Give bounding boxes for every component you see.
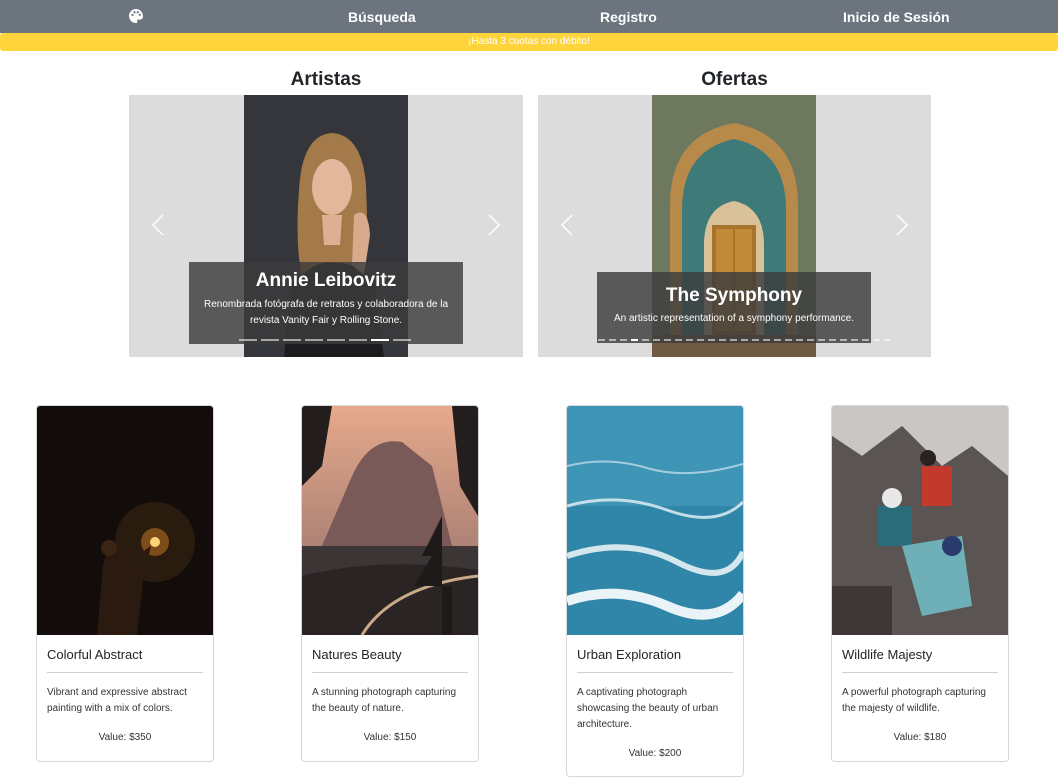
carousel-indicator[interactable] [697, 339, 704, 341]
card-image-climbers [832, 406, 1008, 635]
carousel-indicator[interactable] [686, 339, 693, 341]
carousel-indicator[interactable] [327, 339, 345, 341]
carousel-indicator[interactable] [708, 339, 715, 341]
carousel-indicator[interactable] [719, 339, 726, 341]
carousel-indicator[interactable] [840, 339, 847, 341]
carousel-indicator[interactable] [873, 339, 880, 341]
carousel-indicator[interactable] [642, 339, 649, 341]
card-title: Natures Beauty [312, 647, 402, 662]
card-value: Value: $180 [893, 732, 947, 743]
carousel-indicator[interactable] [884, 339, 891, 341]
carousel-indicator[interactable] [598, 339, 605, 341]
artist-caption-text: Renombrada fotógrafa de retratos y colab… [203, 299, 449, 326]
carousel-indicator[interactable] [261, 339, 279, 341]
artists-next-arrow-icon[interactable] [487, 214, 501, 236]
artists-indicators [239, 339, 411, 341]
offer-caption-title: The Symphony [665, 285, 803, 306]
offers-prev-arrow-icon[interactable] [560, 214, 574, 236]
carousel-indicator[interactable] [620, 339, 627, 341]
carousel-indicator[interactable] [393, 339, 411, 341]
card-value: Value: $150 [363, 732, 417, 743]
carousel-indicator[interactable] [349, 339, 367, 341]
carousel-indicator[interactable] [818, 339, 825, 341]
top-navbar: Búsqueda Registro Inicio de Sesión [0, 0, 1058, 33]
card-title: Wildlife Majesty [842, 647, 933, 662]
card-description: Vibrant and expressive abstract painting… [47, 687, 187, 714]
carousel-indicator[interactable] [774, 339, 781, 341]
carousel-indicator[interactable] [283, 339, 301, 341]
carousel-indicator[interactable] [730, 339, 737, 341]
artwork-card[interactable]: Colorful Abstract Vibrant and expressive… [36, 405, 214, 762]
offers-next-arrow-icon[interactable] [895, 214, 909, 236]
carousel-indicator[interactable] [371, 339, 389, 341]
promo-banner: ¡Hasta 3 cuotas con débito! [0, 33, 1058, 51]
card-image-ocean-waves [567, 406, 743, 635]
offer-caption-text: An artistic representation of a symphony… [613, 313, 855, 324]
card-title: Urban Exploration [577, 647, 682, 662]
artist-caption-title: Annie Leibovitz [255, 270, 397, 291]
offers-caption: The Symphony An artistic representation … [597, 272, 871, 343]
card-description: A stunning photograph capturing the beau… [312, 687, 456, 714]
card-divider [47, 672, 203, 673]
palette-icon[interactable] [128, 8, 144, 24]
artists-section-title: Artistas [290, 69, 362, 90]
carousel-indicator[interactable] [609, 339, 616, 341]
offers-indicators [598, 339, 891, 341]
carousel-indicator[interactable] [851, 339, 858, 341]
artwork-card[interactable]: Natures Beauty A stunning photograph cap… [301, 405, 479, 762]
card-description: A powerful photograph capturing the maje… [842, 687, 986, 714]
artwork-card[interactable]: Urban Exploration A captivating photogra… [566, 405, 744, 777]
offers-carousel: The Symphony An artistic representation … [538, 95, 931, 357]
card-value: Value: $350 [98, 732, 152, 743]
nav-link-busqueda[interactable]: Búsqueda [348, 9, 416, 25]
card-title: Colorful Abstract [47, 647, 143, 662]
artists-caption: Annie Leibovitz Renombrada fotógrafa de … [189, 262, 463, 344]
carousel-indicator[interactable] [741, 339, 748, 341]
carousel-indicator[interactable] [239, 339, 257, 341]
card-divider [312, 672, 468, 673]
carousel-indicator[interactable] [807, 339, 814, 341]
nav-link-login[interactable]: Inicio de Sesión [843, 9, 950, 25]
carousel-indicator[interactable] [785, 339, 792, 341]
carousel-indicator[interactable] [752, 339, 759, 341]
carousel-indicator[interactable] [675, 339, 682, 341]
card-image-lantern-cave [37, 406, 213, 635]
card-value: Value: $200 [628, 748, 682, 759]
carousel-indicator[interactable] [796, 339, 803, 341]
carousel-indicator[interactable] [653, 339, 660, 341]
carousel-indicator[interactable] [829, 339, 836, 341]
carousel-indicator[interactable] [862, 339, 869, 341]
card-description: A captivating photograph showcasing the … [577, 687, 719, 730]
card-divider [577, 672, 733, 673]
carousel-indicator[interactable] [763, 339, 770, 341]
card-image-mountain-road [302, 406, 478, 635]
nav-link-registro[interactable]: Registro [600, 9, 657, 25]
carousel-indicator[interactable] [664, 339, 671, 341]
artwork-card[interactable]: Wildlife Majesty A powerful photograph c… [831, 405, 1009, 762]
carousel-indicator[interactable] [631, 339, 638, 341]
offers-section-title: Ofertas [701, 69, 768, 90]
artists-carousel: Annie Leibovitz Renombrada fotógrafa de … [129, 95, 523, 357]
carousel-indicator[interactable] [305, 339, 323, 341]
card-divider [842, 672, 998, 673]
artists-prev-arrow-icon[interactable] [151, 214, 165, 236]
